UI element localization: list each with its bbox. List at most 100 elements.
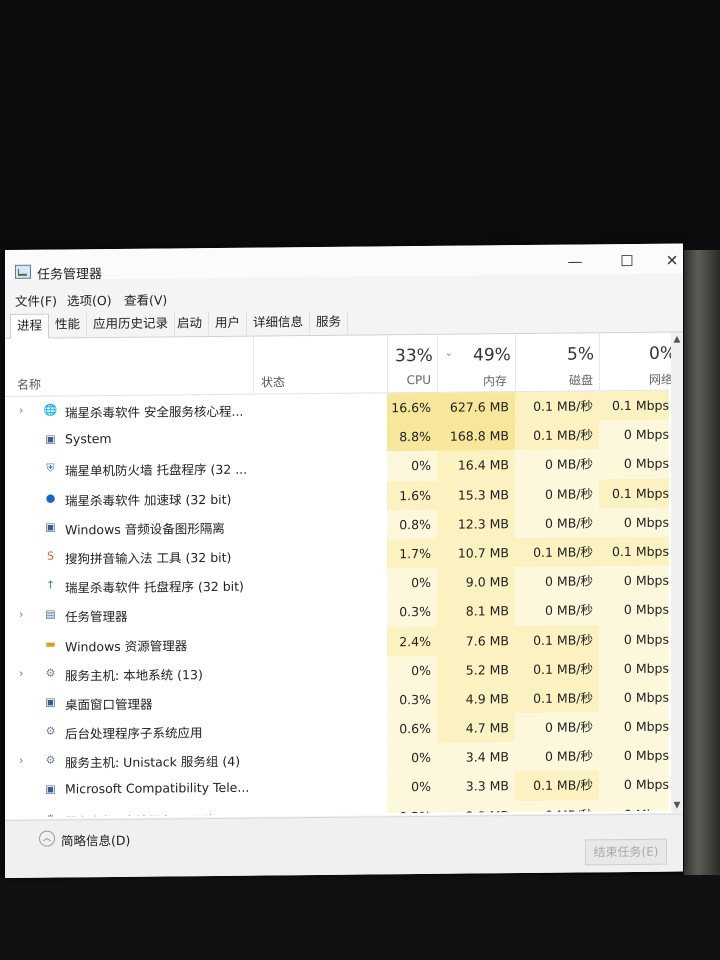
process-icon: ⚙ — [45, 753, 56, 767]
process-name: 后台处理程序子系统应用 — [65, 725, 203, 742]
task-manager-window: 任务管理器 — ☐ ✕ 文件(F) 选项(O) 查看(V) 进程 性能 应用历史… — [5, 243, 683, 879]
process-name: 桌面窗口管理器 — [65, 696, 153, 713]
column-header-name[interactable]: 名称 — [17, 376, 41, 393]
memory-cell: 3.3 MB — [437, 771, 515, 802]
vertical-scrollbar[interactable]: ▲ ▼ — [671, 332, 683, 813]
scroll-up-arrow-icon[interactable]: ▲ — [671, 334, 683, 345]
process-icon: ▣ — [45, 782, 56, 797]
cpu-cell: 0.3% — [387, 597, 437, 627]
disk-cell: 0 MB/秒 — [515, 449, 599, 480]
network-cell: 0 Mbps — [599, 624, 669, 654]
menu-file[interactable]: 文件(F) — [15, 291, 57, 310]
process-icon: ▤ — [45, 607, 56, 621]
tab-app-history[interactable]: 应用历史记录 — [87, 312, 176, 337]
disk-cell: 0 MB/秒 — [515, 595, 599, 626]
collapse-chevron-icon[interactable]: ︿ — [39, 830, 55, 847]
tab-users[interactable]: 用户 — [209, 311, 248, 336]
disk-cell: 0.1 MB/秒 — [515, 420, 599, 451]
expand-chevron-icon[interactable]: › — [19, 812, 23, 817]
column-header-memory[interactable]: 内存 — [459, 372, 507, 389]
process-icon: 🌐 — [43, 403, 58, 417]
process-name: 瑞星杀毒软件 托盘程序 (32 bit) — [65, 578, 244, 596]
disk-cell: 0 MB/秒 — [515, 508, 599, 539]
column-divider[interactable] — [599, 333, 600, 391]
background-edge — [684, 250, 720, 890]
network-cell: 0.1 Mbps — [599, 478, 669, 509]
column-divider[interactable] — [253, 336, 254, 394]
column-header-cpu[interactable]: CPU — [393, 373, 431, 387]
menu-options[interactable]: 选项(O) — [67, 290, 112, 309]
cpu-cell: 0.3% — [387, 801, 437, 817]
process-name: Microsoft Compatibility Tele... — [65, 780, 250, 797]
disk-cell: 0.1 MB/秒 — [515, 391, 599, 422]
cpu-cell: 0% — [387, 567, 437, 598]
column-divider[interactable] — [515, 334, 516, 392]
sort-caret-icon: ⌄ — [445, 348, 453, 359]
process-name: Windows 音频设备图形隔离 — [65, 520, 225, 538]
process-name: 瑞星杀毒软件 安全服务核心程... — [65, 403, 244, 421]
less-details-link[interactable]: 简略信息(D) — [61, 830, 130, 850]
process-icon: ▬ — [45, 637, 56, 651]
tab-details[interactable]: 详细信息 — [247, 311, 311, 335]
network-cell: 0 Mbps — [599, 770, 669, 800]
column-divider[interactable] — [437, 334, 438, 392]
process-icon: ↑ — [45, 578, 56, 592]
process-icon: ▣ — [45, 520, 56, 534]
disk-cell: 0.1 MB/秒 — [515, 770, 599, 801]
cpu-cell: 0.6% — [387, 713, 437, 744]
process-name: 搜狗拼音输入法 工具 (32 bit) — [65, 549, 232, 567]
tab-startup[interactable]: 启动 — [171, 312, 210, 336]
column-header-network[interactable]: 网络 — [625, 371, 673, 388]
disk-cell: 0.1 MB/秒 — [515, 537, 599, 568]
tab-services[interactable]: 服务 — [310, 310, 349, 335]
network-cell: 0.1 Mbps — [599, 536, 669, 567]
expand-chevron-icon[interactable]: › — [19, 667, 23, 680]
cpu-cell: 0% — [387, 743, 437, 773]
process-name: 服务主机: Unistack 服务组 (4) — [65, 753, 241, 771]
cpu-cell: 1.7% — [387, 538, 437, 569]
disk-cell: 0 MB/秒 — [515, 741, 599, 772]
disk-cell: 0.1 MB/秒 — [515, 624, 599, 655]
process-icon: ▣ — [45, 695, 56, 709]
network-cell: 0 Mbps — [599, 711, 669, 742]
maximize-button[interactable]: ☐ — [605, 248, 649, 274]
memory-cell: 5.2 MB — [437, 654, 515, 685]
cpu-total-percent[interactable]: 33% — [395, 346, 433, 366]
cpu-cell: 0.8% — [387, 509, 437, 540]
task-manager-app-icon — [15, 264, 31, 279]
disk-cell: 0 MB/秒 — [515, 712, 599, 743]
column-divider[interactable] — [387, 335, 388, 393]
disk-cell: 0.1 MB/秒 — [515, 683, 599, 714]
scroll-down-arrow-icon[interactable]: ▼ — [671, 800, 683, 811]
memory-cell: 627.6 MB — [437, 392, 515, 423]
column-header-status[interactable]: 状态 — [261, 373, 285, 390]
expand-chevron-icon[interactable]: › — [19, 754, 23, 767]
disk-cell: 0 MB/秒 — [515, 566, 599, 597]
cpu-cell: 0% — [387, 451, 437, 481]
cpu-cell: 0% — [387, 655, 437, 686]
disk-cell: 0.1 MB/秒 — [515, 653, 599, 684]
disk-total-percent[interactable]: 5% — [567, 344, 594, 364]
process-name: 服务主机: 本地系统 (13) — [65, 666, 203, 684]
network-cell: 0.1 Mbps — [599, 390, 669, 421]
network-cell: 0 Mbps — [599, 419, 669, 450]
expand-chevron-icon[interactable]: › — [19, 404, 23, 417]
column-header-disk[interactable]: 磁盘 — [545, 371, 593, 388]
network-cell: 0 Mbps — [599, 565, 669, 596]
network-cell: 0 Mbps — [599, 448, 669, 479]
memory-total-percent[interactable]: 49% — [473, 345, 511, 365]
tab-performance[interactable]: 性能 — [49, 313, 88, 337]
minimize-button[interactable]: — — [553, 248, 597, 274]
process-icon: ⚙ — [43, 812, 58, 817]
end-task-button[interactable]: 结束任务(E) — [585, 838, 667, 866]
expand-chevron-icon[interactable]: › — [19, 608, 23, 621]
menu-view[interactable]: 查看(V) — [124, 289, 167, 308]
process-name: 瑞星单机防火墙 托盘程序 (32 ... — [65, 462, 248, 479]
memory-cell: 3.4 MB — [437, 742, 515, 773]
cpu-cell: 16.6% — [387, 392, 437, 423]
process-name: 瑞星杀毒软件 加速球 (32 bit) — [65, 491, 232, 508]
cpu-cell: 8.8% — [387, 422, 437, 452]
close-button[interactable]: ✕ — [657, 247, 683, 273]
menu-bar: 文件(F) 选项(O) 查看(V) — [5, 281, 683, 308]
tab-processes[interactable]: 进程 — [10, 313, 50, 339]
